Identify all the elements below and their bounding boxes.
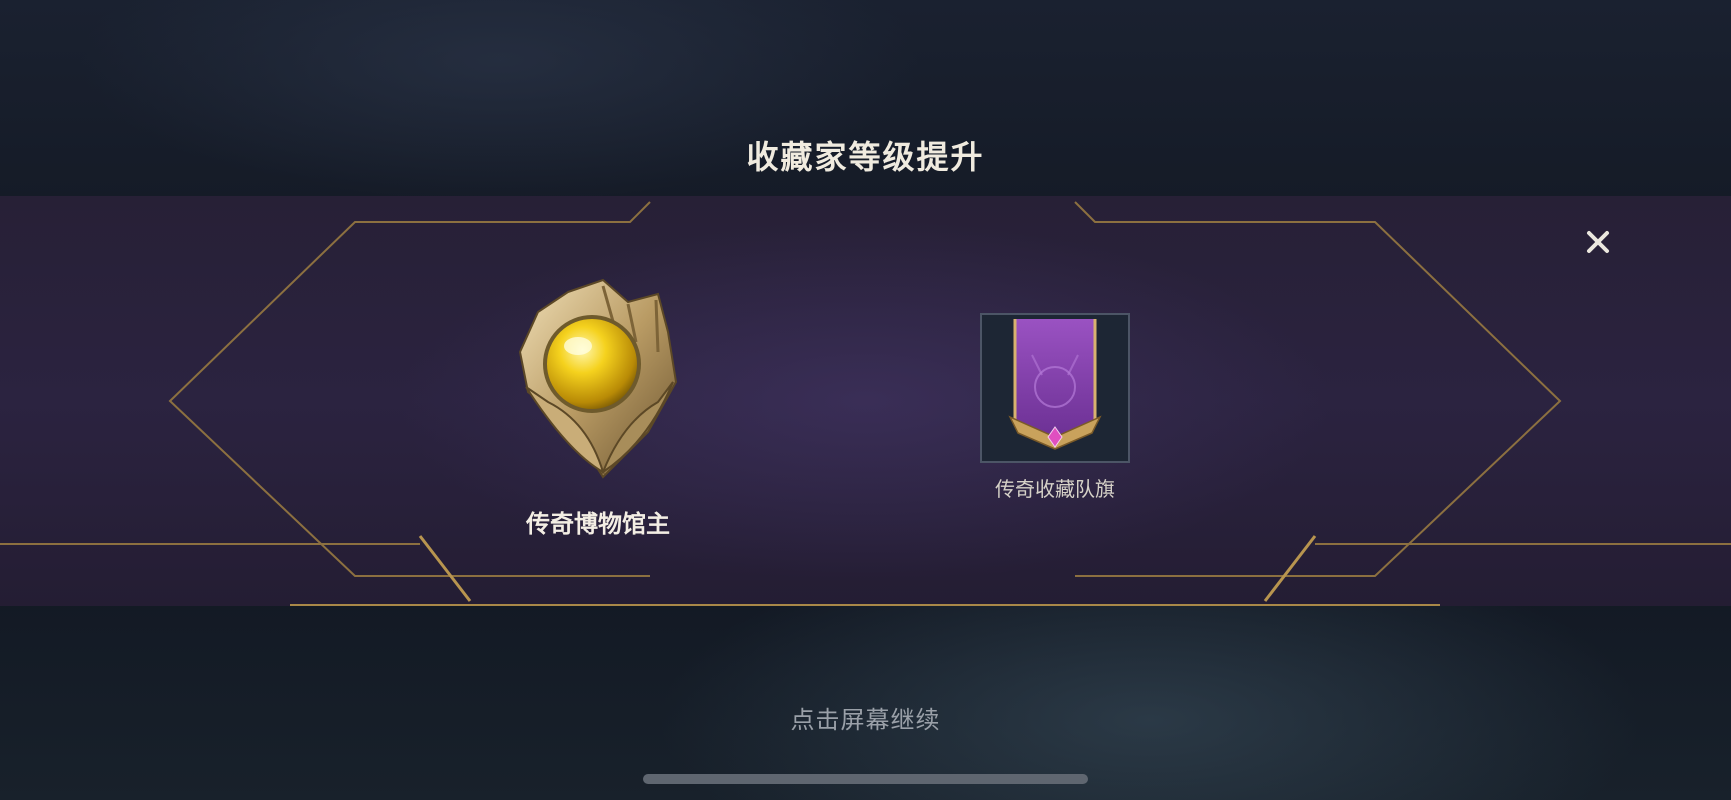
close-button[interactable] xyxy=(1580,224,1616,260)
reward-thumbnail xyxy=(980,313,1130,463)
purple-banner-icon xyxy=(1008,319,1102,450)
reward-name: 传奇博物馆主 xyxy=(526,510,670,538)
tap-to-continue-prompt[interactable]: 点击屏幕继续 xyxy=(0,700,1731,735)
reward-item-banner: 传奇收藏队旗 xyxy=(975,313,1135,502)
reward-item-emblem: 传奇博物馆主 xyxy=(498,272,698,539)
golden-orb-emblem-icon xyxy=(518,278,678,479)
close-icon xyxy=(1587,231,1609,253)
banner-frame xyxy=(0,196,1731,606)
home-indicator-bar[interactable] xyxy=(643,774,1088,784)
level-up-banner xyxy=(0,196,1731,606)
reward-name: 传奇收藏队旗 xyxy=(995,477,1115,501)
dialog-title: 收藏家等级提升 xyxy=(746,138,985,176)
